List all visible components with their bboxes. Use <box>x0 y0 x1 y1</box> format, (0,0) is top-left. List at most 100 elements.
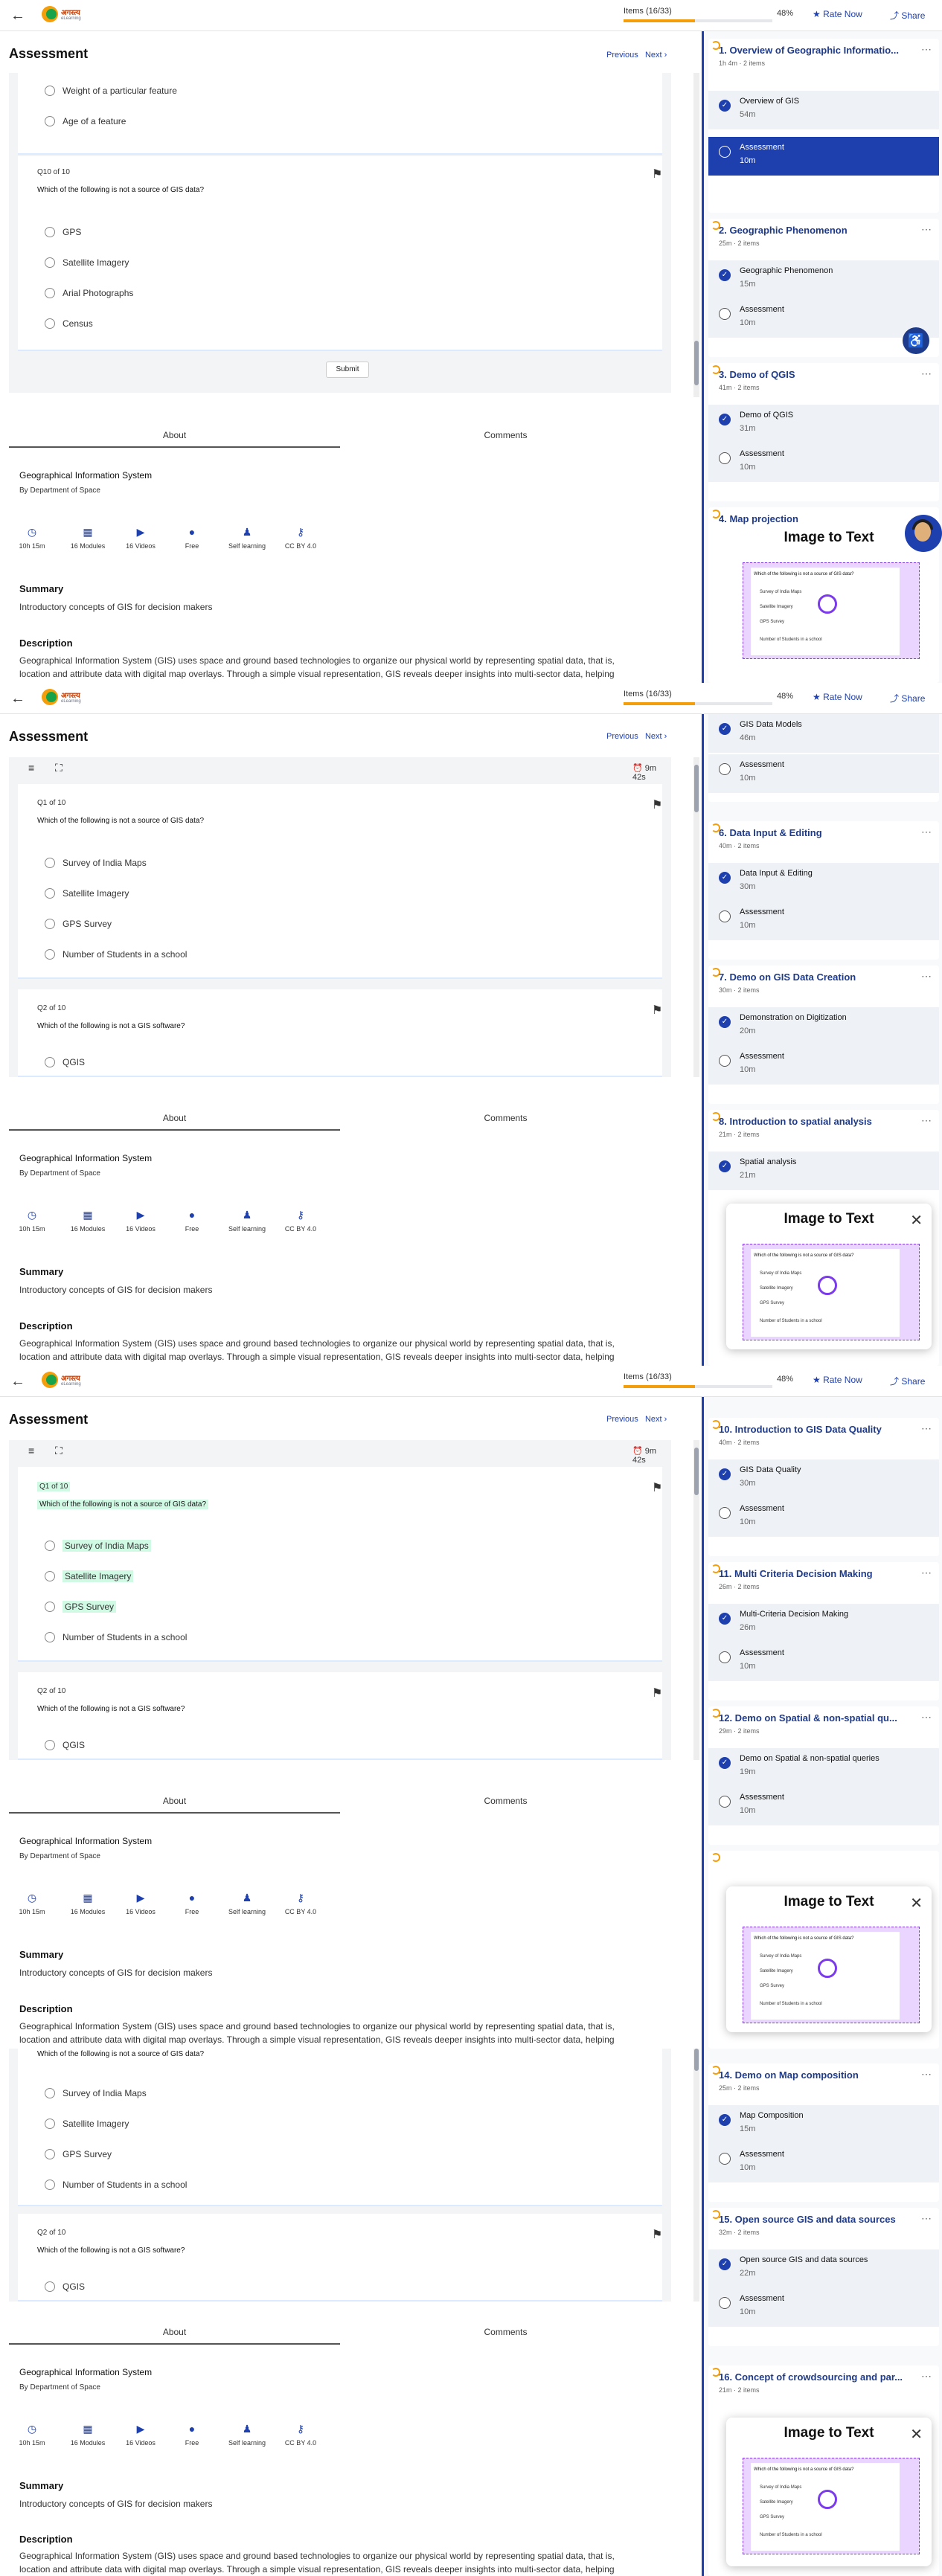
option[interactable]: Age of a feature <box>45 114 126 129</box>
mtitle[interactable]: 2. Geographic Phenomenon <box>719 225 912 236</box>
list-item[interactable]: ✓ Overview of GIS 54m <box>708 91 939 129</box>
module[interactable]: 6. Data Input & Editing 40m · 2 items ⋯ ✓… <box>708 821 939 960</box>
image-to-text-popup[interactable]: Image to Text ✕ Which of the following is… <box>726 1204 932 1349</box>
list-item[interactable]: ✓ Geographic Phenomenon 15m <box>708 260 939 299</box>
option[interactable]: Satellite Imagery <box>45 1569 134 1584</box>
list-item[interactable]: ✓ Demo of QGIS 31m <box>708 405 939 443</box>
list-item[interactable]: Assessment 10m <box>708 2144 939 2182</box>
option[interactable]: Number of Students in a school <box>45 1630 187 1645</box>
module[interactable]: ✓ GIS Data Models 46m Assessment 10m <box>708 714 939 802</box>
submit-button[interactable]: Submit <box>326 362 369 378</box>
option[interactable]: GPS <box>45 225 81 240</box>
tb[interactable]: Comments <box>340 1796 671 1806</box>
list-item[interactable]: ✓ Map Composition 15m <box>708 2105 939 2144</box>
ta[interactable]: About <box>9 2327 340 2337</box>
span[interactable]: Next <box>645 51 662 60</box>
list-item[interactable]: Assessment 10m <box>708 1046 939 1085</box>
option[interactable]: Arial Photographs <box>45 286 133 301</box>
module[interactable]: 3. Demo of QGIS 41m · 2 items ⋯ ✓ Demo of… <box>708 363 939 501</box>
span[interactable]: Previous <box>606 51 638 60</box>
list-item[interactable]: ✓ Data Input & Editing 30m <box>708 863 939 902</box>
option[interactable]: Number of Students in a school <box>45 947 187 962</box>
option[interactable]: GPS Survey <box>45 1599 117 1614</box>
back-arrow-icon[interactable]: ← <box>10 7 25 25</box>
option[interactable]: Weight of a particular feature <box>45 83 177 98</box>
rate-now-button[interactable]: ★ Rate Now <box>813 1375 862 1385</box>
module[interactable]: 1. Overview of Geographic Informatio... … <box>708 39 939 213</box>
prev-next-nav[interactable]: Previous Next › <box>606 51 667 60</box>
tb[interactable]: Comments <box>340 1113 671 1123</box>
list-item[interactable]: Assessment 10m <box>708 137 939 176</box>
prev-next-nav[interactable]: Previous Next › <box>606 732 667 741</box>
module[interactable]: 11. Multi Criteria Decision Making 26m ·… <box>708 1562 939 1700</box>
rate-now-button[interactable]: ★ Rate Now <box>813 9 862 19</box>
option[interactable]: QGIS <box>45 1055 85 1070</box>
items-counter[interactable]: Items (16/33) <box>624 690 672 698</box>
prev-next-nav[interactable]: Previous Next › <box>606 1415 667 1424</box>
items[interactable]: Items (16/33) <box>624 1372 672 1381</box>
items-counter[interactable]: Items (16/33) <box>624 7 672 16</box>
fullscreen-icon[interactable]: ⛶ <box>55 762 63 774</box>
mtitle[interactable]: 4. Map projection <box>719 513 912 524</box>
menu-icon[interactable]: ≡ <box>28 1445 34 1456</box>
radio[interactable] <box>45 116 55 126</box>
menu-icon[interactable]: ≡ <box>28 762 34 774</box>
share-button[interactable]: ⤴ Share <box>890 9 925 22</box>
ta[interactable]: About <box>9 1113 340 1123</box>
back-arrow-icon[interactable]: ← <box>10 690 25 707</box>
module[interactable]: 7. Demo on GIS Data Creation 30m · 2 ite… <box>708 966 939 1104</box>
mtitle[interactable]: 3. Demo of QGIS <box>719 369 912 380</box>
mtitle[interactable]: 1. Overview of Geographic Informatio... <box>719 45 912 56</box>
accessibility-icon[interactable]: ♿ <box>903 327 929 354</box>
more-icon[interactable]: ⋯ <box>921 43 932 56</box>
list-item[interactable]: ✓ Spatial analysis 21m <box>708 1152 939 1190</box>
share-button[interactable]: ⤴ Share <box>890 692 925 704</box>
option[interactable]: Survey of India Maps <box>45 1538 151 1553</box>
flag-icon[interactable]: ⚑ <box>652 1480 662 1495</box>
radio[interactable] <box>45 86 55 96</box>
option[interactable]: GPS Survey <box>45 2147 112 2162</box>
assistant-avatar[interactable] <box>905 515 942 552</box>
tab-comments[interactable]: Comments <box>340 430 671 440</box>
list-item[interactable]: Assessment 10m <box>708 443 939 482</box>
module[interactable]: 12. Demo on Spatial & non-spatial qu... … <box>708 1706 939 1845</box>
list-item[interactable]: ✓ Multi-Criteria Decision Making 26m <box>708 1604 939 1642</box>
image-to-text-popup[interactable]: Image to Text ✕ Which of the following is… <box>726 2418 932 2566</box>
scrollbar[interactable] <box>693 73 699 397</box>
list-item[interactable]: ✓ GIS Data Models 46m <box>708 714 939 753</box>
option[interactable]: QGIS <box>45 2279 85 2294</box>
list-item[interactable]: ✓ Open source GIS and data sources 22m <box>708 2249 939 2288</box>
tab-about[interactable]: About <box>9 430 340 440</box>
close-icon[interactable]: ✕ <box>910 1894 923 1912</box>
option[interactable]: Satellite Imagery <box>45 886 129 901</box>
list-item[interactable]: Assessment 10m <box>708 299 939 338</box>
module[interactable]: 15. Open source GIS and data sources 32m… <box>708 2208 939 2346</box>
option[interactable]: Number of Students in a school <box>45 2177 187 2192</box>
scrollbar[interactable] <box>693 757 699 1077</box>
back-arrow-icon[interactable]: ← <box>10 1373 25 1390</box>
flag-icon[interactable]: ⚑ <box>652 2227 662 2242</box>
flag-icon[interactable]: ⚑ <box>652 1003 662 1018</box>
option[interactable]: Satellite Imagery <box>45 2116 129 2131</box>
flag-icon[interactable]: ⚑ <box>652 1686 662 1700</box>
list-item[interactable]: Assessment 10m <box>708 2288 939 2327</box>
image-to-text-popup[interactable]: Image to Text ✕ Which of the following is… <box>726 1886 932 2032</box>
list-item[interactable]: Assessment 10m <box>708 754 939 793</box>
share-button[interactable]: ⤴ Share <box>890 1375 925 1387</box>
option[interactable]: GPS Survey <box>45 916 112 931</box>
list-item[interactable]: Assessment 10m <box>708 902 939 940</box>
list-item[interactable]: ✓ Demonstration on Digitization 20m <box>708 1007 939 1046</box>
option[interactable]: QGIS <box>45 1738 85 1753</box>
close-icon[interactable]: ✕ <box>910 1211 923 1230</box>
ta[interactable]: About <box>9 1796 340 1806</box>
module[interactable]: 10. Introduction to GIS Data Quality 40m… <box>708 1418 939 1556</box>
rate-now-button[interactable]: ★ Rate Now <box>813 692 862 702</box>
scrollbar[interactable] <box>693 1440 699 1760</box>
option[interactable]: Satellite Imagery <box>45 255 129 270</box>
close-icon[interactable]: ✕ <box>910 2425 923 2444</box>
option[interactable]: Survey of India Maps <box>45 2086 147 2101</box>
list-item[interactable]: ✓ GIS Data Quality 30m <box>708 1459 939 1498</box>
list-item[interactable]: ✓ Demo on Spatial & non-spatial queries 19… <box>708 1748 939 1787</box>
module[interactable]: 14. Demo on Map composition 25m · 2 item… <box>708 2063 939 2202</box>
tb[interactable]: Comments <box>340 2327 671 2337</box>
